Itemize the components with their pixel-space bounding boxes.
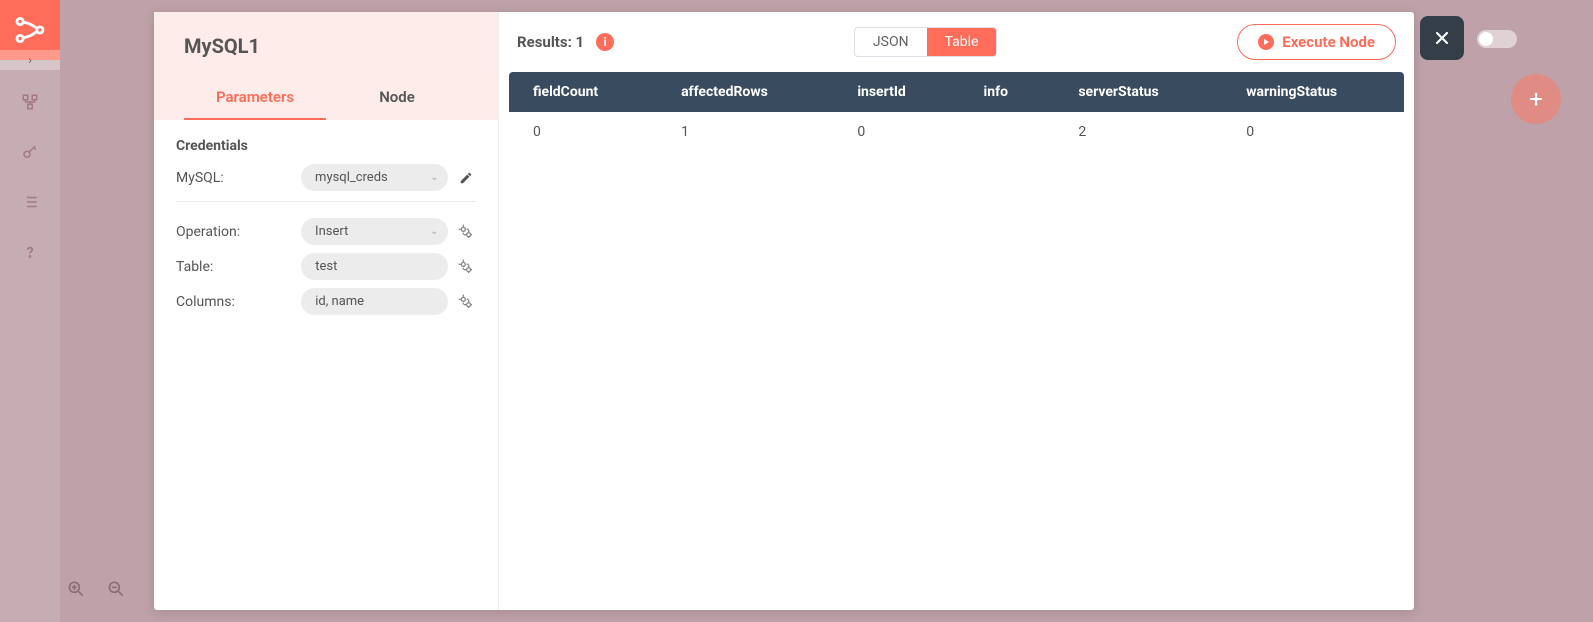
table-header-row: fieldCount affectedRows insertId info se…	[509, 72, 1404, 112]
column-header: serverStatus	[1054, 72, 1222, 112]
right-pane: Results: 1 i JSON Table Execute Node fie…	[499, 12, 1414, 610]
left-pane: MySQL1 Parameters Node Credentials MySQL…	[154, 12, 499, 610]
table-label: Table:	[176, 259, 293, 275]
operation-value: Insert	[315, 224, 348, 239]
zoom-in-icon[interactable]	[66, 579, 86, 604]
column-header: info	[960, 72, 1055, 112]
results-table: fieldCount affectedRows insertId info se…	[509, 72, 1404, 152]
execute-label: Execute Node	[1282, 33, 1375, 51]
table-settings-button[interactable]	[456, 257, 476, 277]
cred-select[interactable]: mysql_creds ⌄	[301, 164, 448, 191]
tab-parameters[interactable]: Parameters	[184, 76, 326, 120]
add-node-fab[interactable]: +	[1511, 74, 1561, 124]
sidebar-expand[interactable]: ›	[0, 50, 60, 70]
workflow-icon[interactable]	[18, 90, 42, 114]
chevron-right-icon: ›	[28, 53, 32, 67]
credentials-heading: Credentials	[176, 138, 476, 154]
column-header: fieldCount	[509, 72, 657, 112]
results-label: Results: 1	[517, 33, 584, 51]
cred-label: MySQL:	[176, 170, 293, 186]
close-button[interactable]	[1420, 16, 1464, 60]
cell: 0	[509, 112, 657, 152]
view-table-button[interactable]: Table	[927, 28, 997, 56]
execute-node-button[interactable]: Execute Node	[1237, 24, 1396, 60]
operation-label: Operation:	[176, 224, 293, 240]
table-row: 0 1 0 2 0	[509, 112, 1404, 152]
help-icon[interactable]	[18, 240, 42, 264]
operation-select[interactable]: Insert ⌄	[301, 218, 448, 245]
list-icon[interactable]	[18, 190, 42, 214]
app-sidebar: ›	[0, 0, 60, 622]
node-editor-modal: MySQL1 Parameters Node Credentials MySQL…	[154, 12, 1414, 610]
columns-input[interactable]: id, name	[301, 288, 448, 315]
cell: 2	[1054, 112, 1222, 152]
play-icon	[1258, 34, 1274, 50]
results-label-text: Results:	[517, 33, 572, 51]
info-icon[interactable]: i	[596, 33, 614, 51]
table-input[interactable]: test	[301, 253, 448, 280]
cell	[960, 112, 1055, 152]
zoom-out-icon[interactable]	[106, 579, 126, 604]
edit-credentials-button[interactable]	[456, 168, 476, 188]
columns-label: Columns:	[176, 294, 293, 310]
cred-value: mysql_creds	[315, 170, 388, 185]
columns-value: id, name	[315, 294, 364, 309]
view-json-button[interactable]: JSON	[855, 28, 927, 56]
results-count: 1	[576, 33, 585, 51]
cell: 0	[833, 112, 959, 152]
activation-toggle[interactable]	[1477, 30, 1517, 48]
chevron-down-icon: ⌄	[430, 171, 438, 182]
column-header: warningStatus	[1222, 72, 1404, 112]
chevron-down-icon: ⌄	[430, 225, 438, 236]
divider	[176, 201, 476, 202]
cell: 1	[657, 112, 833, 152]
tab-node[interactable]: Node	[326, 76, 468, 120]
plus-icon: +	[1529, 85, 1543, 113]
view-toggle: JSON Table	[854, 27, 998, 57]
columns-settings-button[interactable]	[456, 292, 476, 312]
operation-settings-button[interactable]	[456, 222, 476, 242]
column-header: affectedRows	[657, 72, 833, 112]
node-title: MySQL1	[184, 34, 468, 58]
cell: 0	[1222, 112, 1404, 152]
table-value: test	[315, 259, 337, 274]
zoom-controls	[66, 579, 126, 604]
key-icon[interactable]	[18, 140, 42, 164]
column-header: insertId	[833, 72, 959, 112]
